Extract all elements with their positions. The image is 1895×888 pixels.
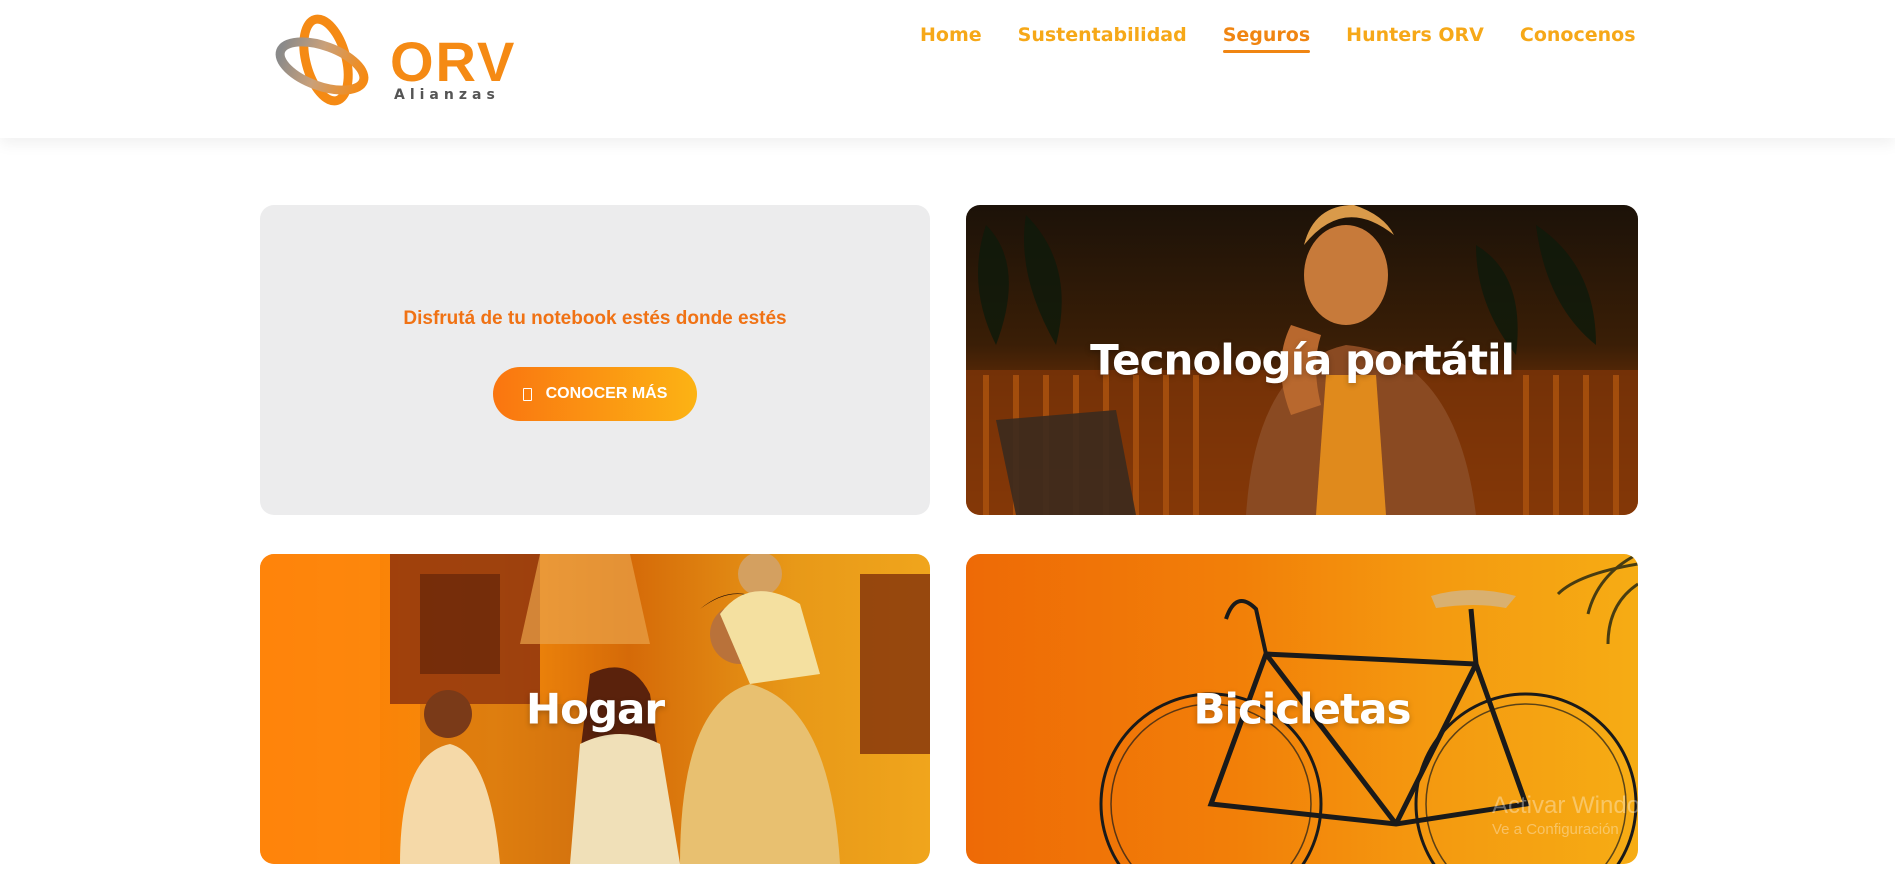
card-title: Bicicletas (1193, 684, 1412, 734)
watermark-line-1: Activar Windows (1492, 792, 1638, 819)
watermark-line-2: Ve a Configuración (1492, 820, 1619, 838)
nav-sustentabilidad[interactable]: Sustentabilidad (1018, 24, 1187, 52)
card-title: Hogar (525, 684, 665, 734)
logo-tagline: Alianzas (394, 87, 500, 103)
logo-wordmark: ORV (390, 30, 517, 93)
card-tecnologia-portatil[interactable]: Tecnología portátil (966, 205, 1638, 515)
mobile-icon (522, 387, 532, 401)
windows-activation-watermark: Activar Windows Ve a Configuración (1492, 792, 1638, 839)
card-hogar[interactable]: Hogar (260, 554, 930, 864)
conocer-mas-label: CONOCER MÁS (545, 385, 668, 402)
card-title: Tecnología portátil (1090, 335, 1515, 385)
site-header: ORV Alianzas Home Sustentabilidad Seguro… (0, 0, 1895, 138)
nav-hunters-orv[interactable]: Hunters ORV (1346, 24, 1484, 52)
nav-home[interactable]: Home (920, 24, 982, 52)
nav-conocenos[interactable]: Conocenos (1520, 24, 1636, 52)
main-nav: Home Sustentabilidad Seguros Hunters ORV… (920, 24, 1636, 53)
orv-logo[interactable]: ORV Alianzas (274, 12, 514, 112)
nav-seguros[interactable]: Seguros (1222, 24, 1311, 53)
promo-card: Disfrutá de tu notebook estés donde esté… (260, 205, 930, 515)
orv-logo-mark-icon (275, 14, 369, 106)
conocer-mas-button[interactable]: CONOCER MÁS (493, 367, 697, 421)
promo-text: Disfrutá de tu notebook estés donde esté… (403, 308, 787, 329)
